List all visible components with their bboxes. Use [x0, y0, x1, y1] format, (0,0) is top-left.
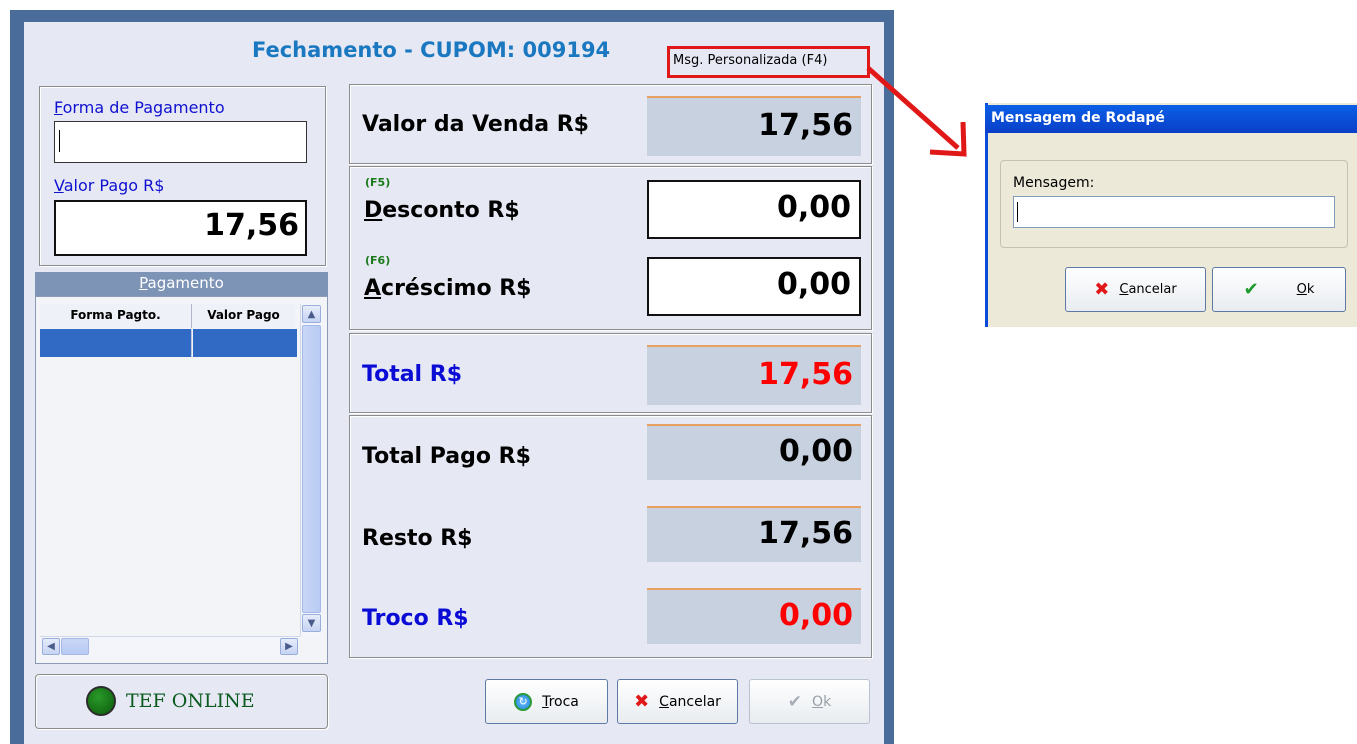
scroll-thumb[interactable] [302, 325, 321, 613]
window-title: Fechamento - CUPOM: 009194 [252, 38, 611, 62]
payment-method-input[interactable] [54, 121, 307, 163]
discount-label: Desconto R$ [364, 198, 520, 223]
amount-paid-label: Valor Pago R$ [54, 176, 165, 195]
arrow-icon [866, 66, 967, 157]
ok-button[interactable]: ✔ Ok [749, 679, 870, 724]
custom-message-label: Msg. Personalizada (F4) [673, 53, 828, 68]
check-icon: ✔ [787, 691, 803, 712]
x-cancel-icon: ✖ [634, 691, 650, 712]
surcharge-label: Acréscimo R$ [364, 276, 532, 301]
dialog-cancel-button[interactable]: ✖ Cancelar [1065, 267, 1206, 312]
dialog-title: Mensagem de Rodapé [991, 110, 1165, 126]
change-value: 0,00 [647, 588, 861, 644]
check-icon: ✔ [1243, 279, 1259, 300]
text-caret [1017, 201, 1018, 222]
payment-method-label: Forma de Pagamento [54, 98, 225, 117]
dialog-title-bar[interactable]: Mensagem de Rodapé [985, 105, 1357, 133]
sale-value-label: Valor da Venda R$ [362, 112, 589, 137]
footer-message-input[interactable] [1013, 196, 1335, 228]
payments-grid-title: Pagamento [35, 272, 328, 296]
dialog-cancel-label: Cancelar [1119, 282, 1177, 297]
discount-input[interactable]: 0,00 [647, 180, 861, 239]
custom-message-button[interactable]: Msg. Personalizada (F4) [667, 46, 870, 78]
x-cancel-icon: ✖ [1094, 279, 1110, 300]
exchange-button[interactable]: ↻ Troca [485, 679, 608, 724]
remaining-label: Resto R$ [362, 526, 473, 551]
status-led-icon [86, 686, 116, 716]
cancel-button[interactable]: ✖ Cancelar [617, 679, 738, 724]
grid-header-amount-paid[interactable]: Valor Pago [192, 304, 295, 328]
text-caret [59, 130, 60, 152]
dialog-field-label: Mensagem: [1013, 175, 1095, 191]
total-paid-value: 0,00 [647, 424, 861, 480]
surcharge-input[interactable]: 0,00 [647, 257, 861, 316]
scroll-up-icon[interactable]: ▲ [302, 305, 321, 323]
ok-button-label: Ok [812, 693, 832, 710]
sale-value: 17,56 [647, 96, 861, 156]
discount-shortcut: (F5) [365, 176, 391, 189]
surcharge-shortcut: (F6) [365, 254, 391, 267]
exchange-button-label: Troca [542, 693, 579, 710]
scroll-left-icon[interactable]: ◀ [42, 638, 60, 655]
change-label: Troco R$ [362, 606, 469, 631]
dialog-ok-label: Ok [1296, 282, 1315, 297]
total-label: Total R$ [362, 362, 463, 387]
dialog-ok-button[interactable]: ✔ Ok [1212, 267, 1346, 312]
remaining-value: 17,56 [647, 506, 861, 562]
total-paid-label: Total Pago R$ [362, 444, 531, 469]
scroll-right-icon[interactable]: ▶ [280, 638, 298, 655]
amount-paid-input[interactable]: 17,56 [54, 200, 307, 256]
tef-status-text: TEF ONLINE [126, 690, 255, 712]
table-row[interactable] [40, 329, 192, 357]
dialog-top-strip [985, 95, 1357, 103]
refresh-icon: ↻ [514, 692, 533, 711]
scroll-down-icon[interactable]: ▼ [302, 614, 321, 632]
table-row-cell[interactable] [193, 329, 297, 357]
total-value: 17,56 [647, 345, 861, 405]
cancel-button-label: Cancelar [659, 693, 721, 710]
horizontal-scroll-thumb[interactable] [61, 638, 89, 655]
grid-header-payment-method[interactable]: Forma Pagto. [40, 304, 192, 328]
